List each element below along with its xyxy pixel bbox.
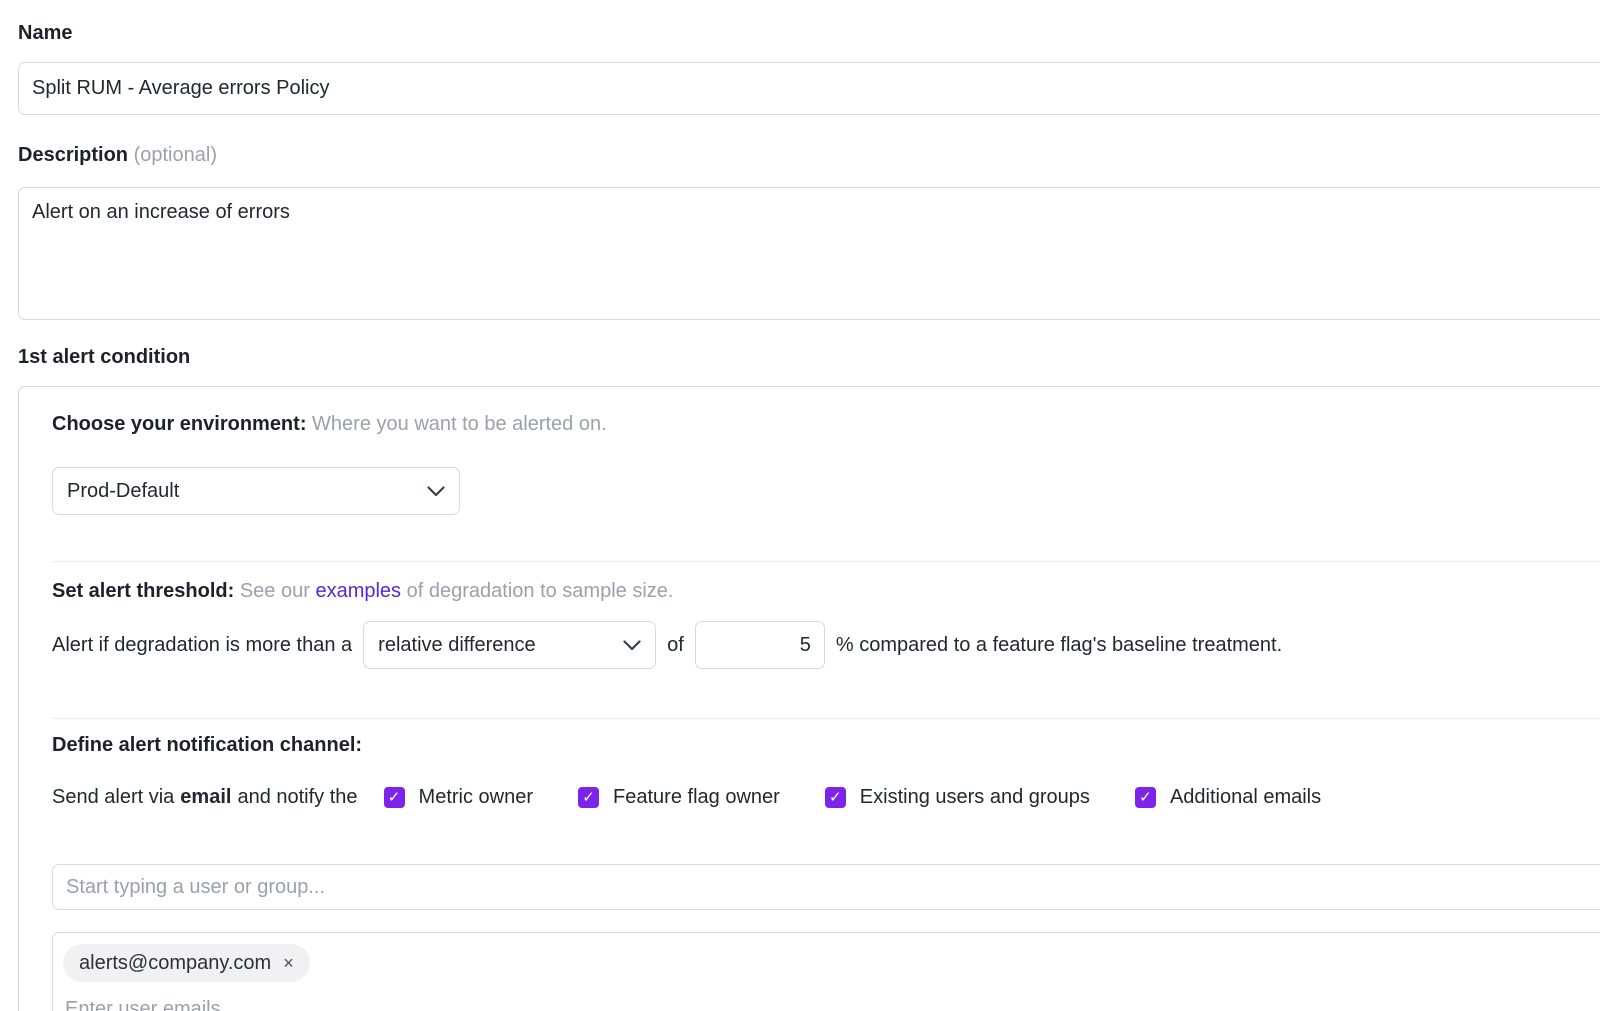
chevron-down-icon	[427, 480, 445, 503]
threshold-label-row: Set alert threshold: See our examples of…	[52, 580, 673, 603]
section-divider	[52, 718, 1600, 719]
users-groups-label: Existing users and groups	[860, 786, 1090, 809]
metric-owner-option: ✓ Metric owner	[384, 786, 533, 809]
examples-link[interactable]: examples	[315, 580, 401, 602]
description-optional-text: (optional)	[134, 144, 217, 166]
flag-owner-checkbox[interactable]: ✓	[578, 787, 599, 808]
additional-emails-option: ✓ Additional emails	[1135, 786, 1321, 809]
threshold-of-label: of	[667, 634, 684, 657]
metric-owner-checkbox[interactable]: ✓	[384, 787, 405, 808]
environment-select-value: Prod-Default	[67, 480, 179, 503]
check-icon: ✓	[1139, 790, 1152, 805]
email-tags-placeholder: Enter user emails	[65, 998, 221, 1011]
email-tag: alerts@company.com ×	[63, 944, 310, 982]
remove-tag-icon[interactable]: ×	[283, 953, 294, 974]
check-icon: ✓	[829, 790, 842, 805]
chevron-down-icon	[623, 634, 641, 657]
send-prefix: Send alert via	[52, 786, 174, 809]
metric-owner-label: Metric owner	[419, 786, 533, 809]
email-tags-box[interactable]: alerts@company.com × Enter user emails	[52, 932, 1600, 1011]
threshold-sentence-suffix: % compared to a feature flag's baseline …	[836, 634, 1282, 657]
email-tag-text: alerts@company.com	[79, 952, 271, 975]
additional-emails-label: Additional emails	[1170, 786, 1321, 809]
additional-emails-checkbox[interactable]: ✓	[1135, 787, 1156, 808]
comparison-type-select[interactable]: relative difference	[363, 621, 656, 669]
notification-label: Define alert notification channel:	[52, 734, 362, 757]
comparison-type-value: relative difference	[378, 634, 536, 657]
users-groups-checkbox[interactable]: ✓	[825, 787, 846, 808]
environment-label-row: Choose your environment: Where you want …	[52, 413, 607, 436]
send-bold: email	[180, 786, 231, 809]
description-label: Description (optional)	[18, 144, 217, 167]
threshold-hint-prefix: See our	[240, 580, 310, 602]
send-suffix: and notify the	[237, 786, 357, 809]
check-icon: ✓	[582, 790, 595, 805]
notification-send-row: Send alert via email and notify the ✓ Me…	[52, 784, 1321, 810]
name-input[interactable]	[18, 62, 1600, 115]
threshold-value-input[interactable]	[695, 621, 825, 669]
description-textarea[interactable]: Alert on an increase of errors	[18, 187, 1600, 320]
users-groups-option: ✓ Existing users and groups	[825, 786, 1090, 809]
alert-condition-heading: 1st alert condition	[18, 346, 190, 369]
environment-hint: Where you want to be alerted on.	[312, 413, 607, 435]
flag-owner-option: ✓ Feature flag owner	[578, 786, 780, 809]
threshold-sentence-row: Alert if degradation is more than a rela…	[52, 621, 1282, 669]
flag-owner-label: Feature flag owner	[613, 786, 780, 809]
alert-policy-form: Name Description (optional) Alert on an …	[0, 0, 1600, 1011]
name-label: Name	[18, 22, 72, 45]
description-label-text: Description	[18, 144, 128, 166]
environment-select[interactable]: Prod-Default	[52, 467, 460, 515]
threshold-label: Set alert threshold:	[52, 580, 234, 602]
user-group-search-input[interactable]	[52, 864, 1600, 910]
threshold-hint-suffix: of degradation to sample size.	[407, 580, 674, 602]
threshold-sentence-prefix: Alert if degradation is more than a	[52, 634, 352, 657]
check-icon: ✓	[388, 790, 401, 805]
environment-label: Choose your environment:	[52, 413, 306, 435]
section-divider	[52, 561, 1600, 562]
